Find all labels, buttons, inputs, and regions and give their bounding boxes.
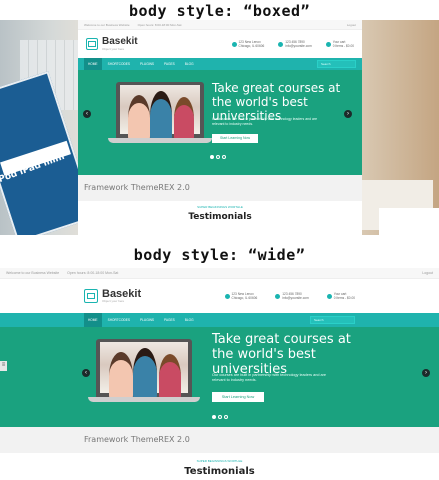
top-bar: Welcome to our Business Website Open hou… bbox=[0, 268, 439, 279]
cart-info[interactable]: Your cart 0 Items - $0.00 bbox=[326, 292, 355, 300]
topbar-hours: Open hours: 8:00-18:00 Mon-Sat bbox=[67, 271, 119, 275]
start-learning-button[interactable]: Start Learning Now bbox=[212, 392, 264, 402]
topbar-logout[interactable]: Logout bbox=[422, 271, 433, 275]
slider-dots bbox=[210, 155, 226, 159]
location-icon bbox=[224, 293, 230, 299]
slider-dot[interactable] bbox=[224, 415, 228, 419]
laptop-image bbox=[116, 82, 204, 141]
nav-item-home[interactable]: HOME bbox=[84, 313, 102, 327]
nav-item-blog[interactable]: BLOG bbox=[181, 58, 198, 70]
address-line2: Chicago, IL 60606 bbox=[231, 296, 258, 300]
nav-item-blog[interactable]: BLOG bbox=[181, 313, 198, 327]
logo[interactable]: Basekit Object your here bbox=[86, 37, 138, 51]
slider-dots bbox=[212, 415, 228, 419]
email-line[interactable]: info@yoursite.com bbox=[285, 44, 311, 48]
framework-banner: Framework ThemeREX 2.0 bbox=[0, 427, 439, 453]
email-line[interactable]: info@yoursite.com bbox=[282, 296, 308, 300]
logo-title: Basekit bbox=[102, 36, 138, 47]
boxed-site: Welcome to our Business Website Open hou… bbox=[78, 20, 362, 235]
main-nav: HOME SHORTCODES PLUGINS PAGES BLOG Searc… bbox=[0, 313, 439, 327]
site-header: Basekit Object your here 123 New Lenox Ch… bbox=[78, 30, 362, 58]
slider-dot[interactable] bbox=[218, 415, 222, 419]
slider-next-arrow[interactable]: › bbox=[422, 369, 430, 377]
nav-item-plugins[interactable]: PLUGINS bbox=[136, 58, 158, 70]
start-learning-button[interactable]: Start Learning Now bbox=[212, 134, 258, 143]
logo-icon bbox=[84, 289, 98, 303]
framework-banner: Framework ThemeREX 2.0 bbox=[78, 175, 362, 201]
nav-item-shortcodes[interactable]: SHORTCODES bbox=[104, 58, 134, 70]
testimonials-subtitle: SUPER BEGINNINGS WORTHLE bbox=[196, 459, 243, 463]
hero-slider: Take great courses at the world's best u… bbox=[78, 70, 362, 175]
cart-icon bbox=[325, 41, 331, 47]
address-line2: Chicago, IL 60606 bbox=[238, 44, 265, 48]
logo-icon bbox=[86, 38, 98, 50]
slider-dot[interactable] bbox=[222, 155, 226, 159]
search-input[interactable]: Search bbox=[310, 316, 355, 324]
slider-dot[interactable] bbox=[216, 155, 220, 159]
nav-item-shortcodes[interactable]: SHORTCODES bbox=[104, 313, 134, 327]
slider-next-arrow[interactable]: › bbox=[344, 110, 352, 118]
slide-title: Take great courses at the world's best u… bbox=[212, 332, 351, 377]
topbar-hours: Open hours: 8:00-18:00 Mon-Sat bbox=[137, 22, 182, 27]
phone-icon bbox=[275, 293, 281, 299]
caption-boxed: body style: “boxed” bbox=[128, 2, 311, 20]
laptop-base bbox=[108, 138, 212, 143]
logo-subtitle: Object your here bbox=[102, 47, 125, 51]
testimonials-heading: Testimonials bbox=[188, 212, 252, 222]
topbar-welcome: Welcome to our Business Website bbox=[6, 271, 60, 275]
slider-prev-arrow[interactable]: ‹ bbox=[82, 369, 90, 377]
side-panel-toggle[interactable]: ≡ bbox=[0, 361, 7, 371]
testimonials-subtitle: SUPER BEGINNINGS WORTHLE bbox=[197, 205, 243, 209]
topbar-welcome: Welcome to our Business Website bbox=[84, 22, 130, 27]
slide-text: Our courses are built in partnership wit… bbox=[212, 373, 326, 382]
cart-line2: 0 Items - $0.00 bbox=[333, 296, 355, 300]
caption-wide: body style: “wide” bbox=[133, 246, 306, 264]
nav-item-plugins[interactable]: PLUGINS bbox=[136, 313, 158, 327]
location-icon bbox=[231, 41, 237, 47]
slider-dot[interactable] bbox=[210, 155, 214, 159]
site-header: Basekit Object your here 123 New Lenox Ch… bbox=[0, 279, 439, 313]
slider-dot[interactable] bbox=[212, 415, 216, 419]
slider-prev-arrow[interactable]: ‹ bbox=[83, 110, 91, 118]
search-input[interactable]: Search bbox=[317, 60, 356, 68]
cart-info[interactable]: Your cart 0 Items - $0.00 bbox=[325, 40, 354, 48]
nav-item-pages[interactable]: PAGES bbox=[160, 313, 179, 327]
address-info: 123 New Lenox Chicago, IL 60606 bbox=[224, 292, 258, 300]
wide-site: Welcome to our Business Website Open hou… bbox=[0, 268, 439, 480]
nav-item-home[interactable]: HOME bbox=[84, 58, 102, 70]
top-bar: Welcome to our Business Website Open hou… bbox=[78, 20, 362, 30]
laptop-image bbox=[96, 339, 192, 400]
paper-decoration bbox=[379, 208, 439, 235]
phone-info: 123 456 7890 info@yoursite.com bbox=[275, 292, 309, 300]
testimonials-heading: Testimonials bbox=[184, 466, 255, 477]
phone-info: 123 456 7890 info@yoursite.com bbox=[278, 40, 312, 48]
main-nav: HOME SHORTCODES PLUGINS PAGES BLOG Searc… bbox=[78, 58, 362, 70]
cart-line2: 0 Items - $0.00 bbox=[332, 44, 354, 48]
slide-text: Our courses are built in partnership wit… bbox=[212, 117, 318, 126]
logo[interactable]: Basekit Object your here bbox=[84, 289, 141, 303]
laptop-base bbox=[88, 397, 200, 402]
hero-slider: Take great courses at the world's best u… bbox=[0, 327, 439, 427]
topbar-logout[interactable]: Logout bbox=[347, 23, 356, 27]
address-info: 123 New Lenox Chicago, IL 60606 bbox=[231, 40, 265, 48]
nav-item-pages[interactable]: PAGES bbox=[160, 58, 179, 70]
logo-title: Basekit bbox=[102, 288, 142, 300]
cart-icon bbox=[326, 293, 332, 299]
phone-icon bbox=[278, 41, 284, 47]
